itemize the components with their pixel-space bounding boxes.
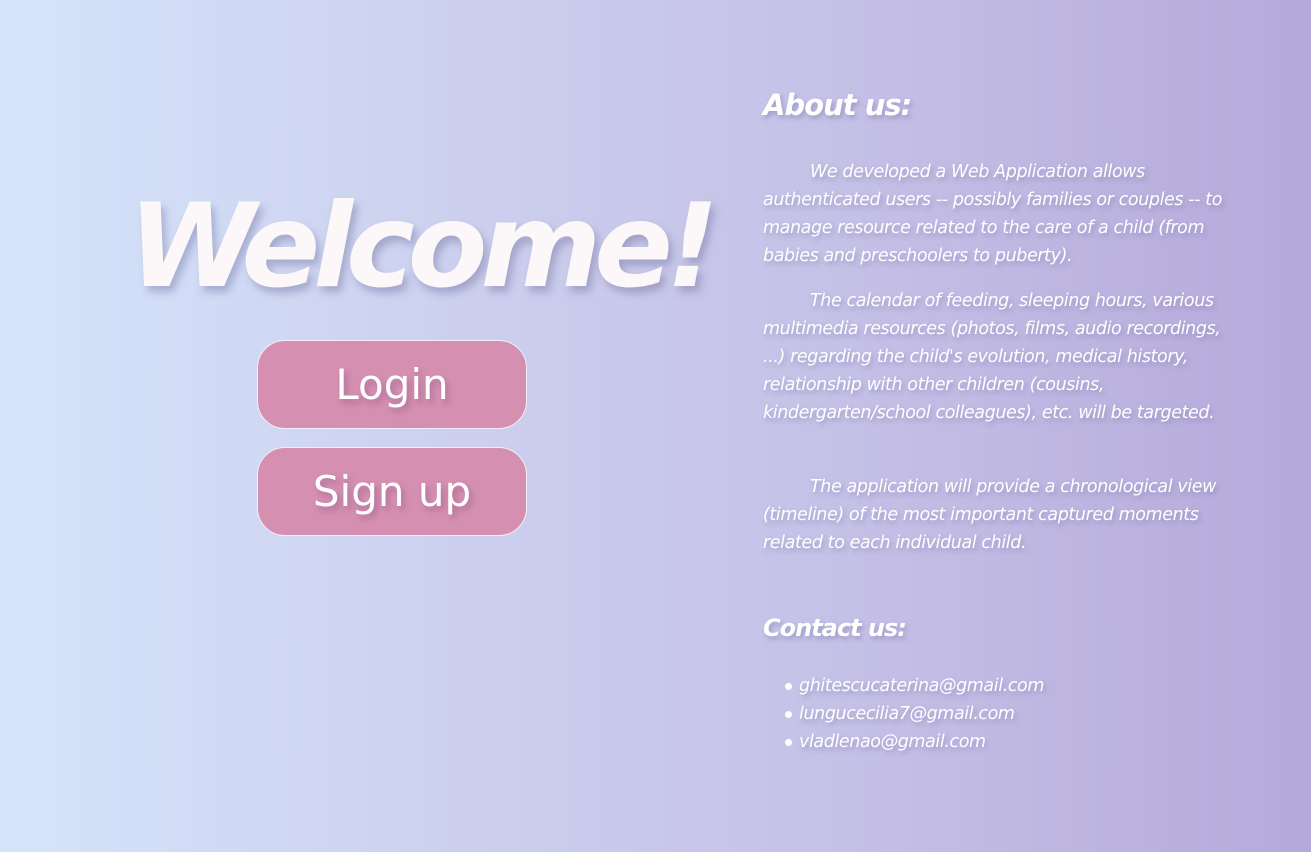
contact-email: lungucecilia7@gmail.com [799,704,1015,724]
about-paragraph-1: We developed a Web Application allows au… [763,162,1223,266]
bullet-icon [785,683,792,690]
contact-email-list: ghitescucaterina@gmail.com lungucecilia7… [763,672,1044,756]
contact-email: ghitescucaterina@gmail.com [799,676,1045,696]
welcome-title: Welcome! [128,179,719,314]
signup-button[interactable]: Sign up [257,447,527,536]
contact-heading: Contact us: [763,614,907,642]
contact-email-item: ghitescucaterina@gmail.com [763,672,1044,700]
about-paragraph-3: The application will provide a chronolog… [763,477,1217,553]
contact-email: vladlenao@gmail.com [799,732,986,752]
login-button[interactable]: Login [257,340,527,429]
about-paragraph-2: The calendar of feeding, sleeping hours,… [763,291,1221,423]
contact-email-item: vladlenao@gmail.com [763,728,1044,756]
contact-email-item: lungucecilia7@gmail.com [763,700,1044,728]
bullet-icon [785,739,792,746]
bullet-icon [785,711,792,718]
about-heading: About us: [763,88,912,122]
